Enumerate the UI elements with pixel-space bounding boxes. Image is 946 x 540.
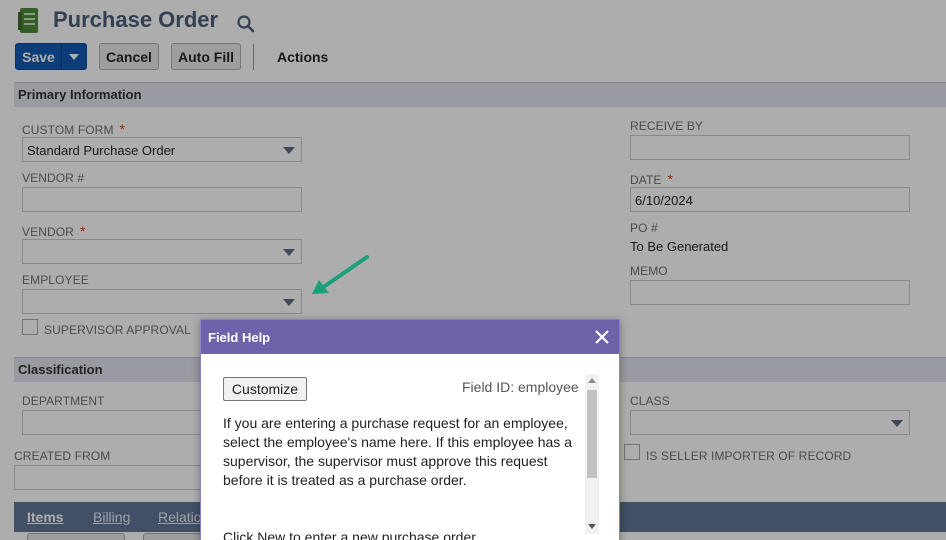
dialog-scrollbar[interactable] [585,374,599,534]
dialog-title: Field Help [208,330,271,345]
close-icon[interactable] [593,328,611,346]
pointer-arrow-icon [312,255,369,294]
help-paragraph: Click New to enter a new purchase order. [223,529,480,540]
customize-button[interactable]: Customize [223,377,307,401]
field-id-text: Field ID: employee [462,379,579,395]
dialog-header: Field Help [201,320,619,354]
scroll-thumb[interactable] [587,390,597,478]
scroll-down-icon[interactable] [588,524,596,529]
scroll-up-icon[interactable] [588,378,596,383]
field-help-dialog: Field Help Customize Field ID: employee … [200,319,620,540]
help-paragraph: If you are entering a purchase request f… [223,415,572,488]
